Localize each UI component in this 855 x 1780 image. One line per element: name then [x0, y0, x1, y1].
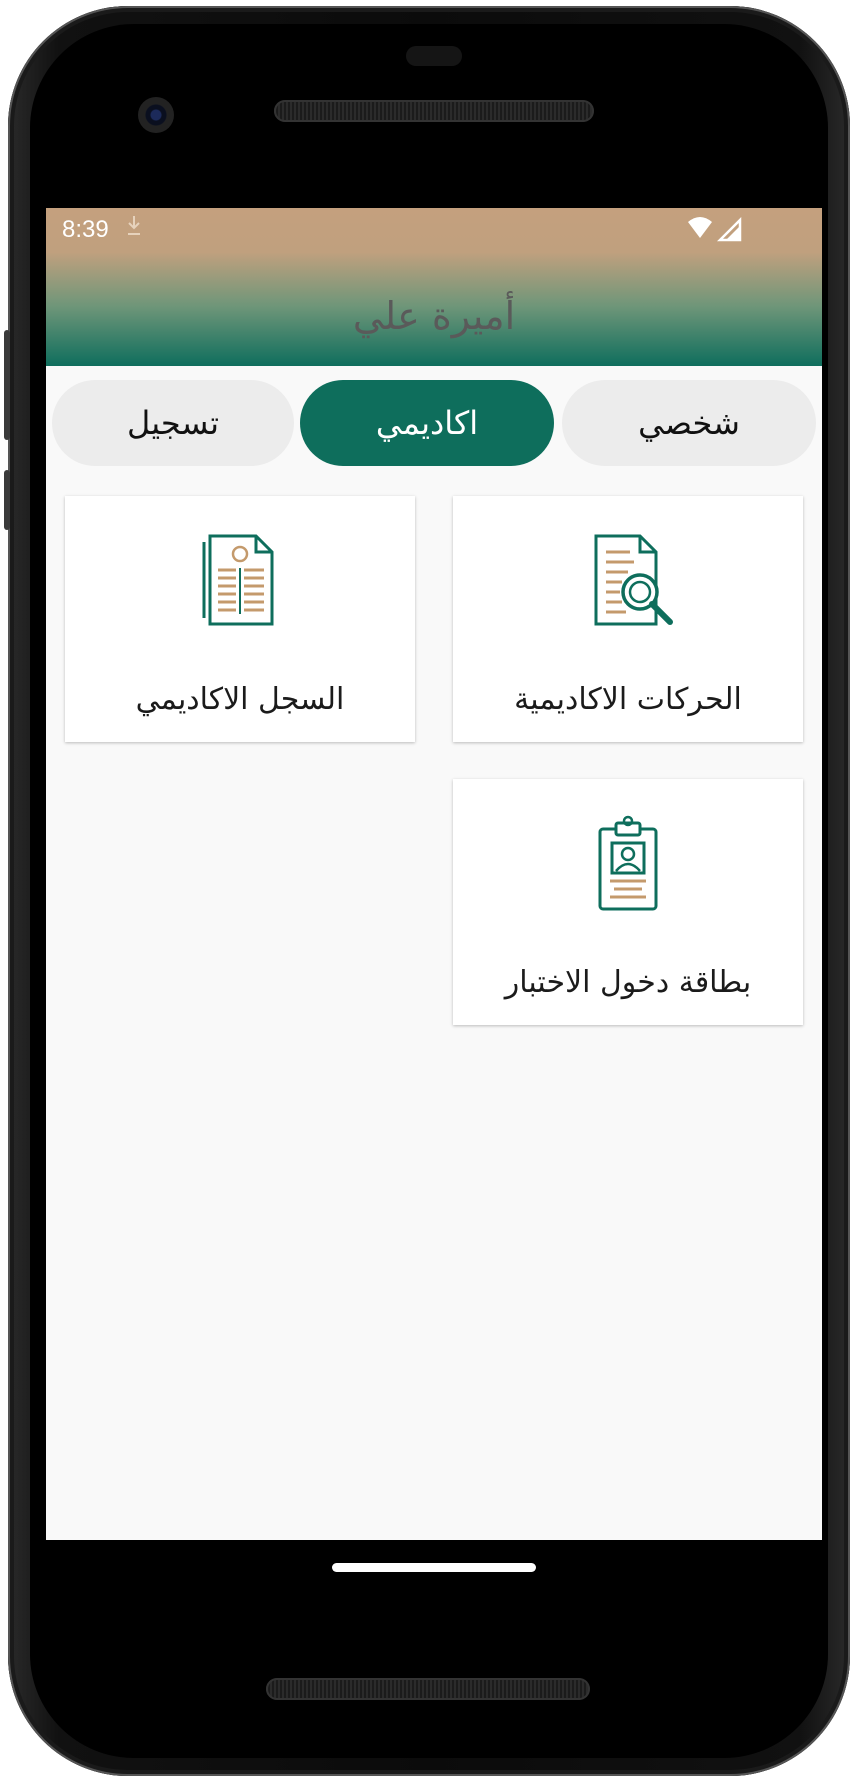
- earpiece-speaker: [274, 100, 594, 122]
- id-badge-icon: [598, 815, 658, 911]
- app-screen: 8:39 أميرة علي شخصي اكاديمي تسجيل الحركا…: [46, 208, 822, 1540]
- bottom-speaker: [266, 1678, 590, 1700]
- wifi-icon: [688, 217, 712, 238]
- card-academic-transactions[interactable]: الحركات الاكاديمية: [453, 496, 803, 742]
- download-icon: [128, 216, 140, 235]
- home-indicator[interactable]: [332, 1563, 536, 1572]
- card-exam-entry-card[interactable]: بطاقة دخول الاختبار: [453, 779, 803, 1025]
- proximity-sensor: [406, 46, 462, 66]
- card-label: بطاقة دخول الاختبار: [504, 965, 752, 1000]
- card-label: السجل الاكاديمي: [135, 682, 345, 717]
- tab-registration[interactable]: تسجيل: [52, 380, 294, 466]
- card-label: الحركات الاكاديمية: [514, 682, 742, 717]
- front-camera: [138, 97, 174, 133]
- document-search-icon: [594, 534, 673, 626]
- card-academic-record[interactable]: السجل الاكاديمي: [65, 496, 415, 742]
- tab-personal[interactable]: شخصي: [562, 380, 816, 466]
- tab-academic[interactable]: اكاديمي: [300, 380, 554, 466]
- app-header: 8:39 أميرة علي: [46, 208, 822, 366]
- cell-signal-icon: [716, 216, 742, 242]
- tab-bar: شخصي اكاديمي تسجيل: [52, 380, 816, 466]
- status-time: 8:39: [62, 216, 109, 243]
- power-button: [4, 470, 10, 530]
- signal-status-icons: [688, 216, 742, 242]
- volume-button: [4, 330, 10, 440]
- academic-record-icon: [202, 534, 274, 626]
- page-title: أميرة علي: [352, 294, 516, 338]
